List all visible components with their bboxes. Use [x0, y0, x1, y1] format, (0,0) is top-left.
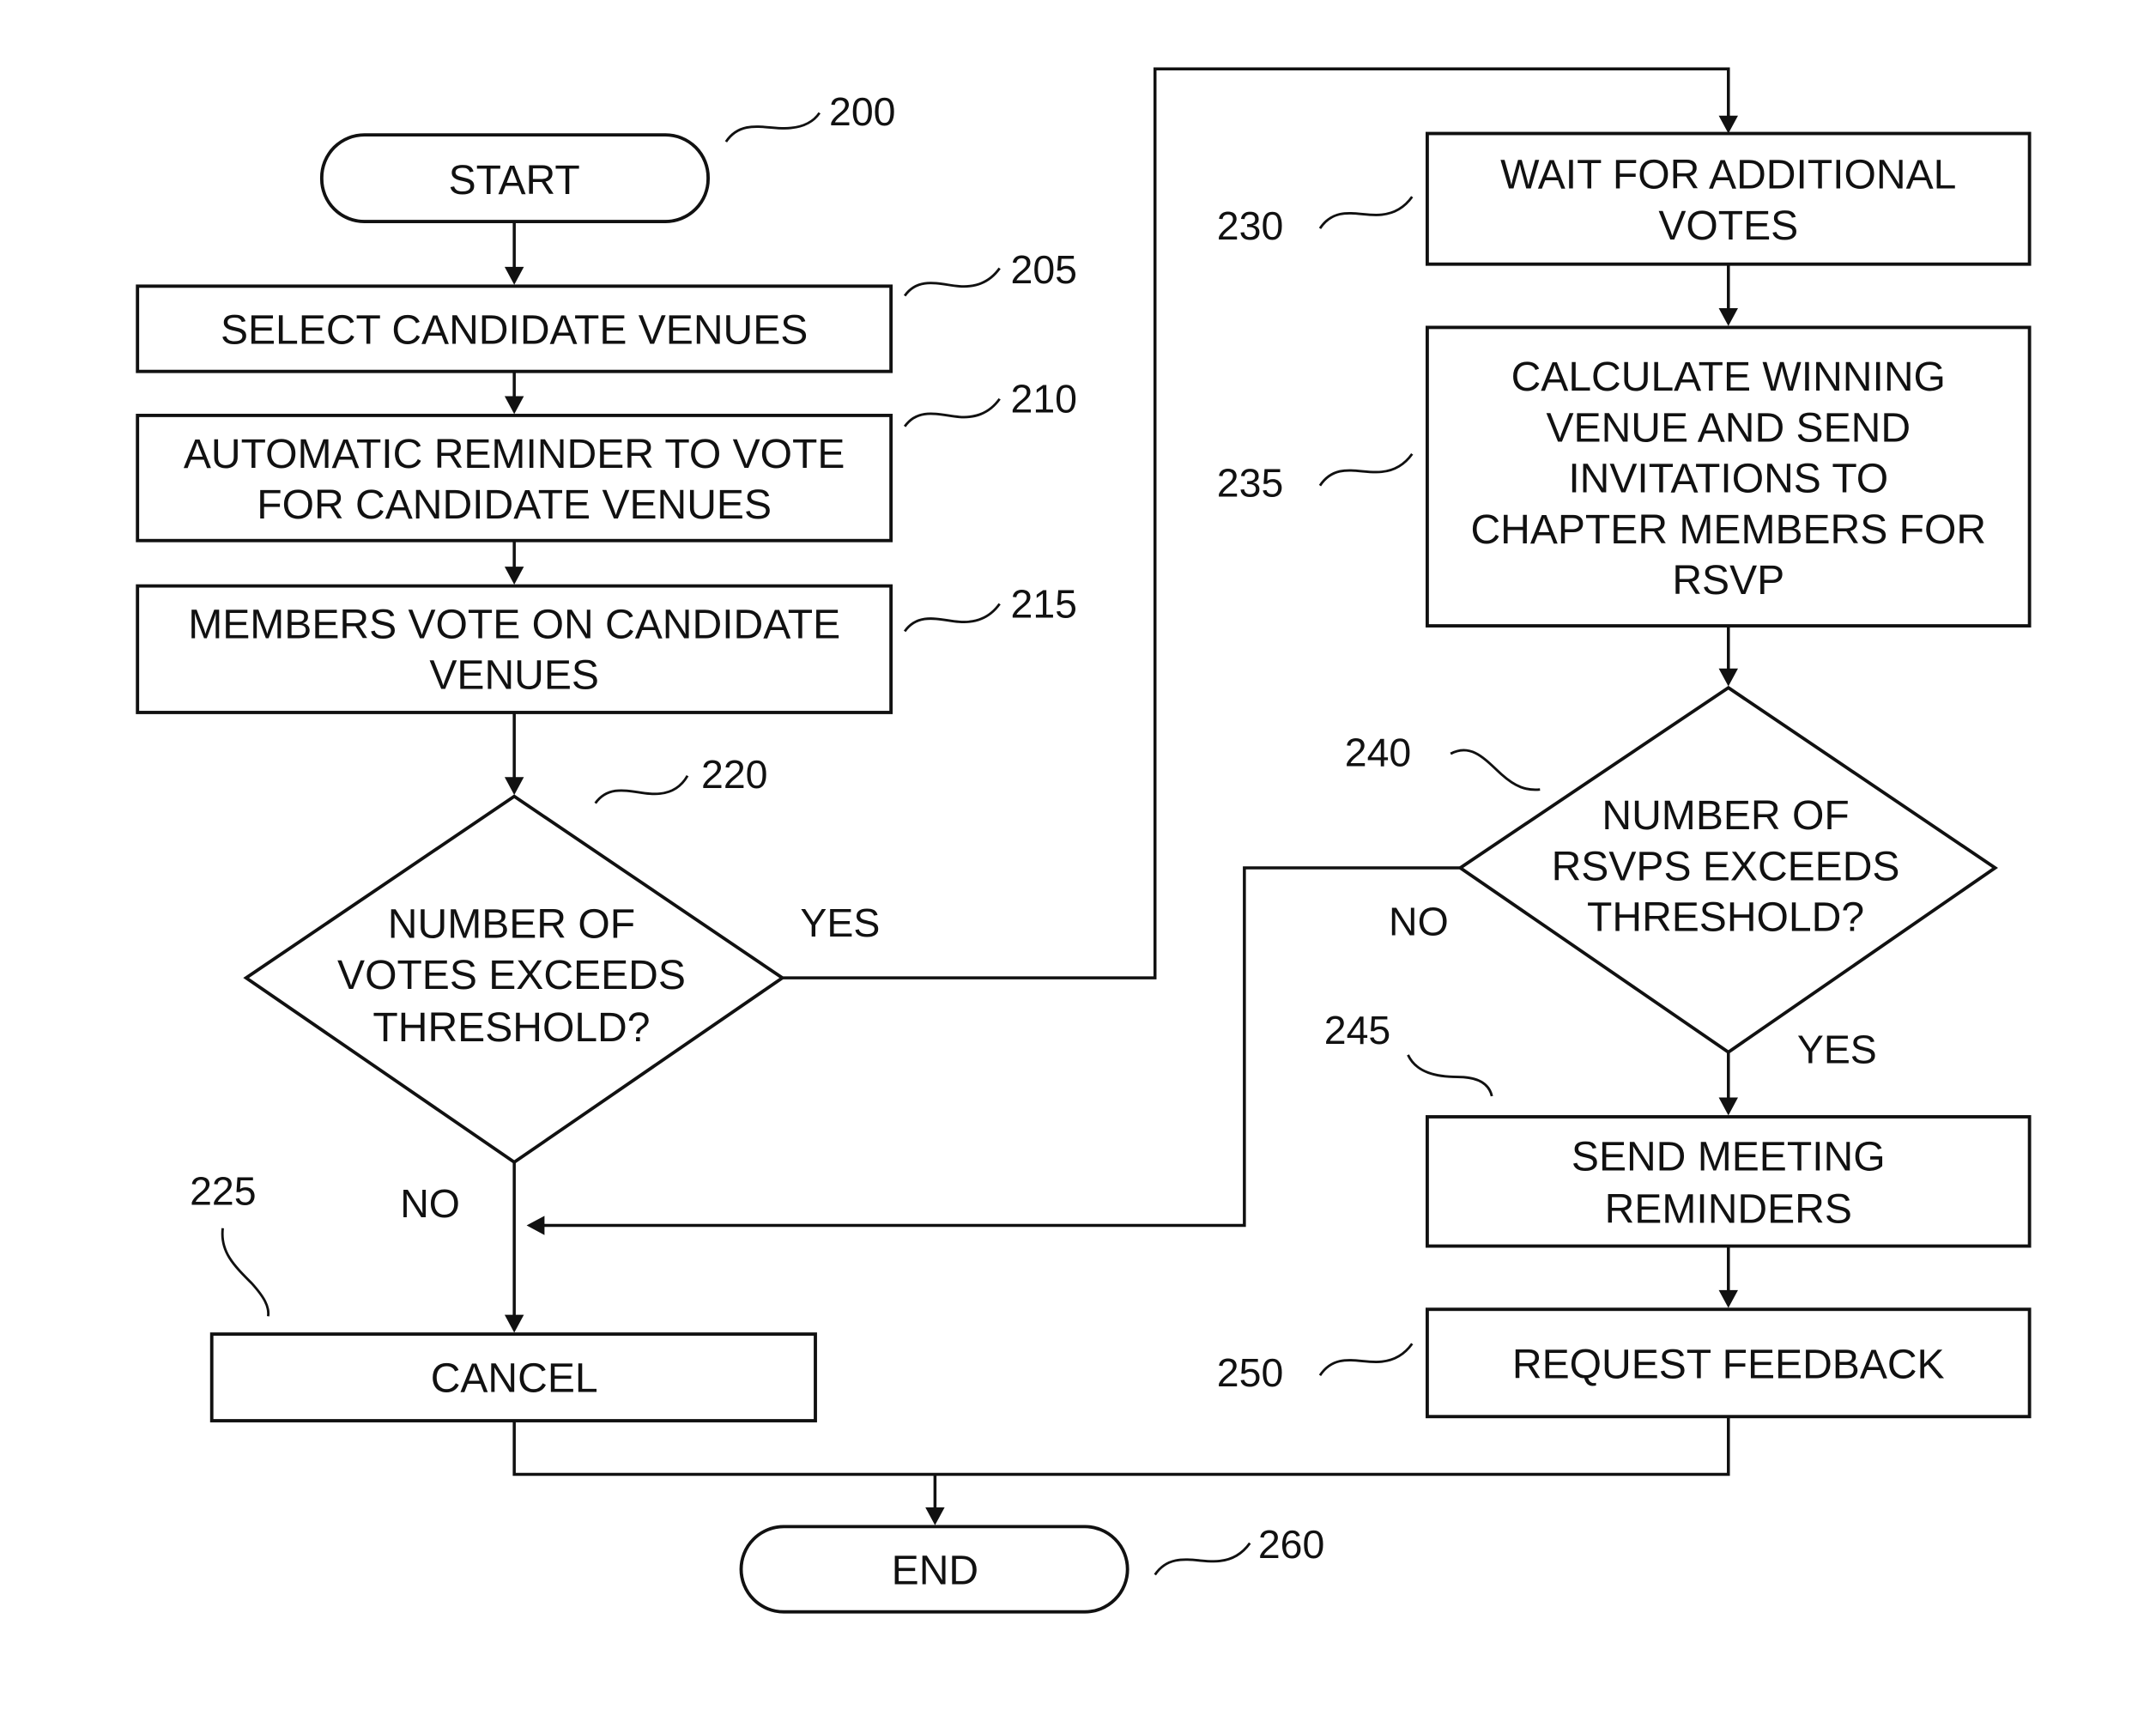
node-label-line-2: REMINDERS — [1605, 1185, 1852, 1232]
leader-squiggle — [903, 397, 1001, 427]
node-label-line-1: WAIT FOR ADDITIONAL — [1500, 152, 1956, 198]
ref-245: 245 — [1324, 1008, 1390, 1052]
node-label-line-5: RSVP — [1672, 557, 1784, 603]
node-label-line-3: THRESHOLD? — [372, 1004, 650, 1051]
ref-210: 210 — [1011, 377, 1077, 421]
ref-220: 220 — [701, 752, 767, 797]
label-votes-yes: YES — [800, 900, 880, 945]
flowchart: START SELECT CANDIDATE VENUES AUTOMATIC … — [136, 67, 2032, 1614]
leader-squiggle — [221, 1228, 270, 1317]
leader-squiggle — [1407, 1054, 1493, 1097]
arrowhead — [1718, 668, 1738, 687]
leader-squiggle — [1318, 452, 1414, 487]
ref-230: 230 — [1217, 203, 1283, 248]
node-label-line-2: VOTES — [1658, 203, 1798, 249]
node-label-line-1: NUMBER OF — [1602, 792, 1849, 839]
arrowhead — [504, 266, 524, 285]
leader-squiggle — [724, 112, 821, 142]
node-cancel: CANCEL — [209, 1332, 817, 1422]
node-wait-additional-votes: WAIT FOR ADDITIONAL VOTES — [1425, 131, 2032, 266]
node-send-meeting-reminders: SEND MEETING REMINDERS — [1425, 1115, 2032, 1248]
label-rsvps-yes: YES — [1797, 1028, 1877, 1072]
arrowhead — [504, 567, 524, 585]
node-label-line-1: SEND MEETING — [1572, 1133, 1886, 1179]
node-end: END — [739, 1525, 1129, 1614]
node-label: END — [892, 1548, 978, 1594]
ref-240: 240 — [1345, 730, 1411, 774]
node-automatic-reminder: AUTOMATIC REMINDER TO VOTE FOR CANDIDATE… — [136, 414, 893, 543]
label-votes-no: NO — [400, 1181, 460, 1226]
node-label-line-2: RSVPS EXCEEDS — [1552, 843, 1900, 889]
leader-squiggle — [1154, 1542, 1251, 1576]
node-label: SELECT CANDIDATE VENUES — [221, 307, 808, 354]
node-label-line-1: MEMBERS VOTE ON CANDIDATE — [188, 601, 840, 647]
arrowhead — [1718, 1289, 1738, 1308]
leader-squiggle — [1318, 196, 1414, 229]
arrowhead — [1718, 307, 1738, 326]
node-label-line-2: FOR CANDIDATE VENUES — [257, 482, 772, 528]
ref-215: 215 — [1011, 581, 1077, 626]
node-label-line-4: CHAPTER MEMBERS FOR — [1470, 506, 1986, 553]
edge-cancel-to-end — [512, 1416, 1730, 1476]
ref-205: 205 — [1011, 247, 1077, 292]
arrowhead — [925, 1507, 945, 1525]
node-label-line-2: VOTES EXCEEDS — [337, 952, 686, 998]
arrowhead — [1718, 115, 1738, 134]
leader-squiggle — [903, 603, 1001, 633]
arrowhead — [1718, 1097, 1738, 1116]
ref-200: 200 — [829, 89, 895, 134]
node-rsvps-threshold: NUMBER OF RSVPS EXCEEDS THRESHOLD? — [1457, 685, 1998, 1055]
node-calculate-winning-venue: CALCULATE WINNING VENUE AND SEND INVITAT… — [1425, 325, 2032, 628]
node-label-line-3: THRESHOLD? — [1587, 894, 1864, 941]
label-rsvps-no: NO — [1389, 900, 1449, 944]
node-label-line-2: VENUE AND SEND — [1547, 404, 1911, 451]
node-label: REQUEST FEEDBACK — [1512, 1341, 1945, 1387]
ref-260: 260 — [1258, 1522, 1324, 1567]
arrowhead — [526, 1216, 545, 1235]
leader-squiggle — [903, 267, 1001, 297]
node-members-vote: MEMBERS VOTE ON CANDIDATE VENUES — [136, 584, 893, 714]
ref-225: 225 — [190, 1169, 256, 1214]
arrowhead — [504, 1314, 524, 1333]
node-label-line-1: AUTOMATIC REMINDER TO VOTE — [184, 431, 845, 477]
leader-squiggle — [1318, 1343, 1414, 1376]
node-label-line-2: VENUES — [429, 652, 599, 699]
node-label-line-3: INVITATIONS TO — [1568, 456, 1888, 502]
node-start: START — [319, 133, 710, 223]
leader-squiggle — [1450, 749, 1541, 791]
ref-235: 235 — [1217, 460, 1283, 505]
node-label: CANCEL — [431, 1355, 598, 1401]
node-request-feedback: REQUEST FEEDBACK — [1425, 1307, 2032, 1419]
arrowhead — [504, 396, 524, 415]
node-label-line-1: CALCULATE WINNING — [1511, 354, 1946, 400]
arrowhead — [504, 777, 524, 796]
node-label-line-1: NUMBER OF — [388, 901, 635, 948]
node-votes-threshold: NUMBER OF VOTES EXCEEDS THRESHOLD? — [243, 794, 785, 1165]
ref-250: 250 — [1217, 1350, 1283, 1395]
node-select-candidate-venues: SELECT CANDIDATE VENUES — [136, 284, 893, 373]
node-label: START — [449, 157, 580, 203]
leader-squiggle — [594, 774, 689, 804]
